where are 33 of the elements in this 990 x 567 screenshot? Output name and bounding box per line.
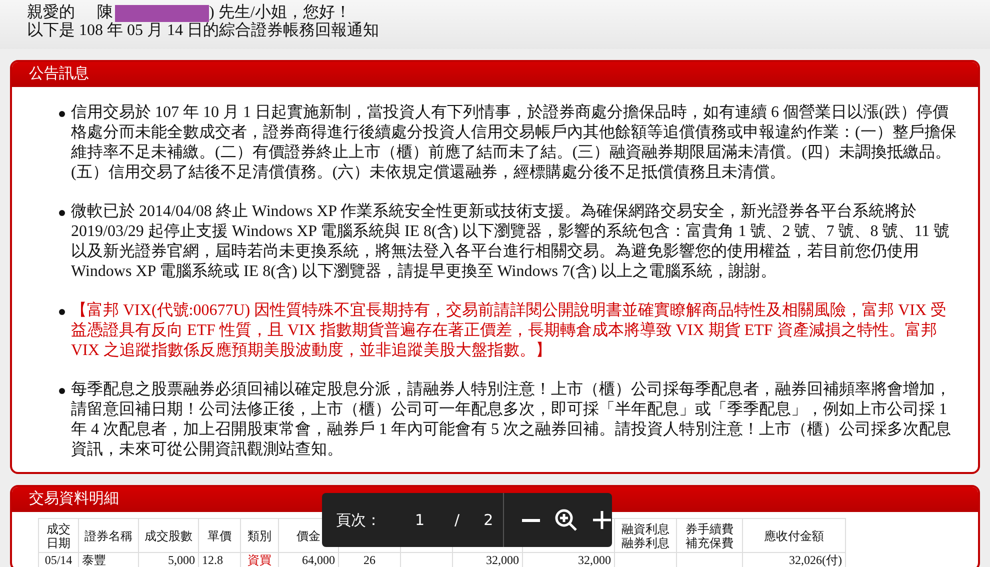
greeting-text: ) 先生/小姐，您好！	[209, 4, 351, 22]
panel-title: 公告訊息	[29, 66, 89, 82]
current-page[interactable]: 1	[415, 511, 425, 529]
table-cell: 05/14	[38, 552, 78, 567]
zoom-in-button[interactable]	[554, 508, 578, 532]
zoom-out-button[interactable]	[522, 518, 540, 522]
page-separator: /	[454, 511, 460, 529]
column-header: 類別	[240, 518, 278, 552]
notice-subtitle: 以下是 108 年 05 月 14 日的綜合證券帳務回報通知	[27, 22, 379, 39]
column-header: 單價	[198, 518, 240, 552]
column-header: 成交日期	[38, 518, 78, 552]
bullet-icon	[59, 309, 65, 315]
announcement-text: 微軟已於 2014/04/08 終止 Windows XP 作業系統安全性更新或技術支援。為確保網路交易安全，新光證券各平台系統將於 2019/03/29 起停止支援 Windows XP 電腦系統與 IE 8(含) 以下瀏覽器，影響的系統包含：富貴角 1 號、2 號、7 號、8 號、11 號以及新光證券官網，屆時若尚未更換系統，將無法登入各平台進行相關交易。為避免影響您的使用權益，若目前您仍使用 Windows XP 電腦系統或 IE 8(含) 以下瀏覽器，請提早更換至 Windows 7(含) 以上之電腦系統，謝謝。	[71, 202, 951, 282]
panel-title: 交易資料明細	[29, 491, 119, 507]
column-header: 證券名稱	[78, 518, 138, 552]
warning-text: 【富邦 VIX(代號:00677U) 因性質特殊不宜長期持有，交易前請詳閱公開說明書並確實瞭解商品特性及相關風險，富邦 VIX 受益憑證具有反向 ETF 性質，且 VIX 指數期貨普遍存在著正價差，長期轉倉成本將導致 VIX 期貨 ETF 資產減損之特性。富邦 VIX 之追蹤指數係反應預期美股波動度，並非追蹤美股大盤指數。】	[71, 301, 948, 361]
column-header: 應收付金額	[742, 518, 846, 552]
minus-icon	[522, 518, 540, 522]
column-header: 成交股數	[138, 518, 198, 552]
bullet-icon	[59, 111, 65, 117]
bullet-icon	[59, 388, 65, 394]
bullet-icon	[59, 210, 65, 216]
column-header: 券手續費補充保費	[676, 518, 742, 552]
announcement-text: 每季配息之股票融券必須回補以確定股息分派，請融券人特別注意！上市（櫃）公司採每季配息者，融券回補頻率將會增加，請留意回補日期！公司法修正後，上市（櫃）公司可一年配息多次，即可採「半年配息」或「季季配息」，例如上市公司採 1 年 4 次配息者，加上召開股東常會，融券戶 1 年內可能會有 5 次之融券回補。請投資人特別注意！上市（櫃）公司採多次配息資訊，未來可從公開資訊觀測站查知。	[71, 380, 952, 460]
total-pages: 2	[484, 511, 494, 529]
zoom-in-icon	[554, 508, 578, 532]
plus-button[interactable]	[592, 510, 612, 530]
column-header: 融資利息融券利息	[614, 518, 676, 552]
plus-icon	[592, 510, 612, 530]
page-label: 頁次：	[336, 510, 381, 530]
customer-name: 陳	[97, 4, 113, 22]
announcement-text: 信用交易於 107 年 10 月 1 日起實施新制，當投資人有下列情事，於證券商處分擔保品時，如有連續 6 個營業日以漲(跌）停價格處分而未能全數成交者，證券商得進行後續處分投資人信用交易帳戶內其他餘額等追償債務或申報違約作業：(一）整戶擔保維持率不足未補繳。(二）有價證券終止上市（櫃）前應了結而未了結。(三）融資融券期限屆滿未清償。(四）未調換抵繳品。(五）信用交易了結後不足清償債務。(六）未依規定償還融券，經標購處分後不足抵償債務且未清償。	[71, 103, 958, 183]
salutation: 親愛的	[27, 4, 75, 22]
